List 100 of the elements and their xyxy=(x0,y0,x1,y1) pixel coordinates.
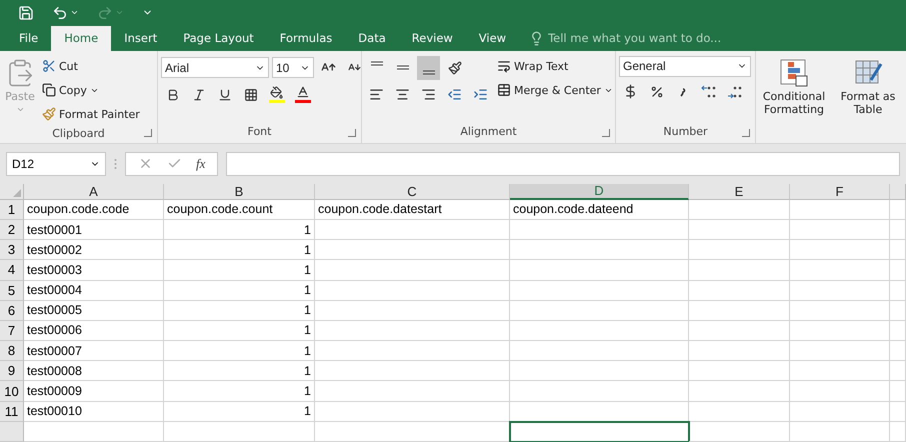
table-cell: test00009 xyxy=(24,381,164,402)
save-icon[interactable] xyxy=(18,4,34,21)
row-header[interactable]: 8 xyxy=(0,341,24,362)
table-cell xyxy=(890,361,906,382)
number-format-field[interactable]: General xyxy=(619,56,751,77)
insert-function-button[interactable]: fx xyxy=(196,156,206,172)
column-header[interactable]: F xyxy=(790,184,890,200)
row-header[interactable]: 2 xyxy=(0,220,24,240)
wrap-text-button[interactable]: Wrap Text xyxy=(495,56,615,77)
table-cell: 1 xyxy=(164,220,315,240)
paintbrush-icon xyxy=(42,107,56,122)
column-header[interactable]: A xyxy=(24,184,164,200)
format-painter-button[interactable]: Format Painter xyxy=(40,104,142,125)
copy-icon xyxy=(42,83,56,98)
table-cell: test00010 xyxy=(24,402,164,422)
tell-me-field[interactable]: Tell me what you want to do... xyxy=(529,26,722,51)
ribbon-tab[interactable]: Insert xyxy=(111,26,170,51)
active-cell[interactable] xyxy=(510,422,689,442)
bottom-align-icon[interactable] xyxy=(422,70,436,75)
table-cell: 1 xyxy=(164,240,315,260)
middle-align-icon[interactable] xyxy=(396,65,410,70)
dialog-launcher-icon[interactable] xyxy=(602,128,610,137)
table-cell: coupon.code.dateend xyxy=(510,200,689,220)
table-cell: test00002 xyxy=(24,240,164,260)
table-cell xyxy=(890,402,906,422)
conditional-formatting-button[interactable]: Conditional Formatting xyxy=(756,56,832,118)
table-cell xyxy=(890,260,906,280)
row-header[interactable]: 5 xyxy=(0,280,24,301)
copy-button[interactable]: Copy xyxy=(40,80,142,101)
table-cell: test00006 xyxy=(24,320,164,342)
font-name-field[interactable]: Arial xyxy=(161,57,269,78)
dialog-launcher-icon[interactable] xyxy=(348,128,356,137)
increase-decimal-icon[interactable] xyxy=(726,84,742,99)
top-align-icon[interactable] xyxy=(370,60,384,66)
decrease-decimal-icon[interactable] xyxy=(700,84,716,99)
dialog-launcher-icon[interactable] xyxy=(144,128,152,137)
merge-cells-icon xyxy=(497,83,511,98)
ribbon-tab[interactable]: Home xyxy=(51,26,112,51)
table-cell: test00001 xyxy=(24,220,164,240)
formula-field[interactable] xyxy=(226,152,900,176)
font-size-field[interactable]: 10 xyxy=(272,57,314,78)
table-cell: test00007 xyxy=(24,341,164,362)
table-cell xyxy=(890,200,906,220)
table-cell: 1 xyxy=(164,260,315,280)
group-label: Alignment xyxy=(460,125,517,138)
group-label: Clipboard xyxy=(52,127,105,140)
table-cell xyxy=(890,320,906,342)
table-cell: test00005 xyxy=(24,300,164,321)
row-header[interactable]: 6 xyxy=(0,300,24,321)
table-cell: 1 xyxy=(164,381,315,402)
table-cell: test00008 xyxy=(24,361,164,382)
table-cell: coupon.code.code xyxy=(24,200,164,220)
group-label: Number xyxy=(663,125,708,138)
conditional-formatting-icon xyxy=(779,58,809,88)
row-header[interactable]: 9 xyxy=(0,361,24,382)
table-cell: test00004 xyxy=(24,280,164,301)
table-cell xyxy=(890,341,906,362)
table-cell xyxy=(890,300,906,321)
table-cell xyxy=(890,381,906,402)
redo-icon xyxy=(97,4,113,21)
tell-me-placeholder: Tell me what you want to do... xyxy=(548,31,722,46)
scissors-icon xyxy=(42,59,56,74)
table-cell: 1 xyxy=(164,341,315,362)
undo-icon xyxy=(52,4,68,21)
column-header[interactable]: E xyxy=(689,184,790,200)
table-cell: coupon.code.datestart xyxy=(315,200,510,220)
table-cell: 1 xyxy=(164,320,315,342)
table-cell: test00003 xyxy=(24,260,164,280)
row-header[interactable]: 1 xyxy=(0,200,24,220)
triangle-icon xyxy=(13,188,21,197)
table-cell: coupon.code.count xyxy=(164,200,315,220)
merge-center-button[interactable]: Merge & Center xyxy=(495,80,615,101)
group-label: Font xyxy=(248,125,272,138)
row-header[interactable]: 10 xyxy=(0,381,24,402)
wrap-text-icon xyxy=(497,59,511,74)
row-header[interactable]: 11 xyxy=(0,402,24,422)
ribbon-tab[interactable]: Page Layout xyxy=(170,26,267,51)
column-header[interactable]: C xyxy=(315,184,510,200)
cut-button[interactable]: Cut xyxy=(40,56,142,77)
table-cell: 1 xyxy=(164,361,315,382)
row-header[interactable]: 7 xyxy=(0,320,24,342)
ribbon-tab[interactable]: File xyxy=(6,26,52,51)
column-header[interactable]: D xyxy=(510,184,689,200)
table-cell xyxy=(890,240,906,260)
name-box[interactable]: D12 xyxy=(6,152,106,176)
ribbon-tab[interactable]: View xyxy=(466,26,520,51)
row-header[interactable]: 4 xyxy=(0,260,24,280)
table-cell: 1 xyxy=(164,402,315,422)
ribbon-tab[interactable]: Formulas xyxy=(266,26,346,51)
table-cell: 1 xyxy=(164,300,315,321)
table-cell: 1 xyxy=(164,280,315,301)
format-as-table-button[interactable]: Format as Table xyxy=(835,56,901,118)
ribbon-tab[interactable]: Review xyxy=(398,26,466,51)
grip-icon xyxy=(114,158,117,170)
table-cell xyxy=(890,220,906,240)
ribbon-tab[interactable]: Data xyxy=(345,26,399,51)
undo-button[interactable] xyxy=(52,4,79,21)
column-header[interactable]: B xyxy=(164,184,315,200)
dialog-launcher-icon[interactable] xyxy=(742,128,750,137)
row-header[interactable]: 3 xyxy=(0,240,24,260)
